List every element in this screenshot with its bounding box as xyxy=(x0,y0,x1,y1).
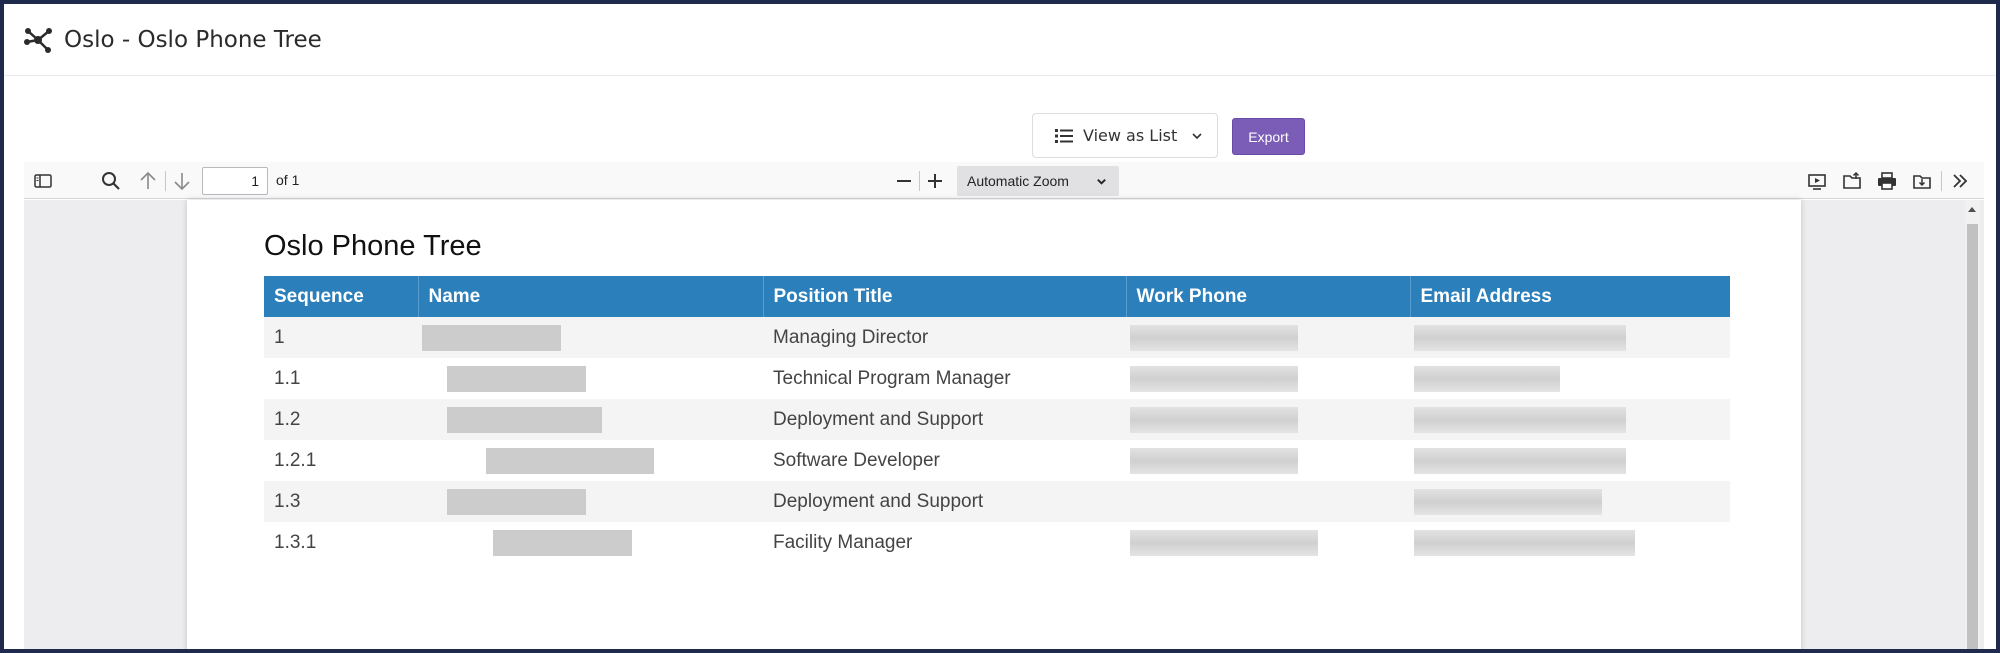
position-cell: Managing Director xyxy=(763,317,1126,358)
previous-page-icon[interactable] xyxy=(137,170,159,192)
list-icon xyxy=(1055,128,1073,143)
zoom-select-value: Automatic Zoom xyxy=(967,173,1069,189)
redacted-name xyxy=(447,488,586,515)
presentation-mode-icon[interactable] xyxy=(1806,170,1828,192)
position-cell: Software Developer xyxy=(773,449,940,471)
redacted-email xyxy=(1414,447,1626,474)
column-header: Sequence xyxy=(264,276,419,317)
position-cell: Technical Program Manager xyxy=(773,367,1011,389)
email-cell xyxy=(1410,358,1730,399)
redacted-name xyxy=(486,447,654,474)
position-cell: Deployment and Support xyxy=(763,481,1126,522)
table-row: 1.2.1 Software Developer xyxy=(264,440,1730,481)
zoom-in-icon[interactable] xyxy=(924,170,946,192)
toolbar-separator xyxy=(919,171,920,191)
redacted-phone xyxy=(1130,406,1298,433)
view-as-list-label: View as List xyxy=(1083,126,1178,145)
redacted-email xyxy=(1414,529,1635,556)
open-file-icon[interactable] xyxy=(1841,170,1863,192)
zoom-out-icon[interactable] xyxy=(893,170,915,192)
redacted-name xyxy=(422,324,561,351)
redacted-name xyxy=(493,529,632,556)
redacted-name xyxy=(447,365,586,392)
app-window: Oslo - Oslo Phone Tree View as List Expo… xyxy=(0,0,2000,653)
email-cell xyxy=(1410,522,1730,563)
toolbar-separator xyxy=(1941,171,1942,191)
redacted-email xyxy=(1414,365,1560,392)
pdf-toolbar: 1 of 1 Automatic Zoom xyxy=(24,162,1984,199)
table-row: 1.2 Deployment and Support xyxy=(264,399,1730,440)
redacted-email xyxy=(1414,324,1626,351)
sequence-cell: 1.3.1 xyxy=(274,531,317,553)
table-row: 1 Managing Director xyxy=(264,317,1730,358)
page-count-label: of 1 xyxy=(276,172,300,188)
sequence-cell: 1.1 xyxy=(274,367,301,389)
name-cell xyxy=(418,522,763,563)
work-phone-cell xyxy=(1126,440,1410,481)
redacted-phone xyxy=(1130,365,1298,392)
column-header: Work Phone xyxy=(1126,276,1411,317)
redacted-name xyxy=(447,406,602,433)
document-title: Oslo Phone Tree xyxy=(264,230,482,262)
double-chevron-right-icon[interactable] xyxy=(1949,170,1971,192)
work-phone-cell xyxy=(1126,481,1410,522)
name-cell xyxy=(418,440,763,481)
redacted-email xyxy=(1414,488,1602,515)
page-number-input[interactable]: 1 xyxy=(202,167,268,195)
redacted-phone xyxy=(1130,447,1298,474)
column-header: Position Title xyxy=(763,276,1127,317)
chevron-down-icon xyxy=(1097,179,1106,185)
table-row: 1.1 Technical Program Manager xyxy=(264,358,1730,399)
work-phone-cell xyxy=(1126,358,1410,399)
scroll-up-arrow-icon[interactable] xyxy=(1966,204,1978,214)
column-header: Email Address xyxy=(1410,276,1730,317)
email-cell xyxy=(1410,317,1730,358)
sequence-cell: 1.2.1 xyxy=(274,449,317,471)
view-as-list-dropdown[interactable]: View as List xyxy=(1032,113,1218,158)
search-icon[interactable] xyxy=(100,170,122,192)
work-phone-cell xyxy=(1126,317,1410,358)
redacted-phone xyxy=(1130,529,1318,556)
sequence-cell: 1.2 xyxy=(264,399,418,440)
name-cell xyxy=(418,481,763,522)
sidebar-toggle-icon[interactable] xyxy=(32,170,54,192)
export-button[interactable]: Export xyxy=(1232,118,1305,155)
sequence-cell: 1.3 xyxy=(264,481,418,522)
redacted-phone xyxy=(1130,324,1298,351)
phone-tree-table: Sequence Name Position Title Work Phone … xyxy=(264,276,1730,563)
toolbar-separator xyxy=(165,171,166,191)
position-cell: Deployment and Support xyxy=(763,399,1126,440)
hub-network-icon xyxy=(24,27,52,53)
table-row: 1.3.1 Facility Manager xyxy=(264,522,1730,563)
column-header: Name xyxy=(418,276,764,317)
name-cell xyxy=(418,317,763,358)
sequence-cell: 1 xyxy=(264,317,418,358)
email-cell xyxy=(1410,399,1730,440)
pdf-page: Oslo Phone Tree Sequence Name Position T… xyxy=(187,200,1801,649)
name-cell xyxy=(418,358,763,399)
download-icon[interactable] xyxy=(1911,170,1933,192)
print-icon[interactable] xyxy=(1876,170,1898,192)
position-cell: Facility Manager xyxy=(773,531,913,553)
work-phone-cell xyxy=(1126,399,1410,440)
redacted-email xyxy=(1414,406,1626,433)
work-phone-cell xyxy=(1126,522,1410,563)
app-header: Oslo - Oslo Phone Tree xyxy=(4,4,1996,76)
table-row: 1.3 Deployment and Support xyxy=(264,481,1730,522)
scrollbar-thumb[interactable] xyxy=(1967,224,1978,649)
email-cell xyxy=(1410,440,1730,481)
chevron-down-icon xyxy=(1192,132,1202,139)
email-cell xyxy=(1410,481,1730,522)
table-header-row: Sequence Name Position Title Work Phone … xyxy=(264,276,1730,317)
zoom-select[interactable]: Automatic Zoom xyxy=(957,166,1119,196)
next-page-icon[interactable] xyxy=(171,170,193,192)
name-cell xyxy=(418,399,763,440)
page-title: Oslo - Oslo Phone Tree xyxy=(64,26,322,53)
